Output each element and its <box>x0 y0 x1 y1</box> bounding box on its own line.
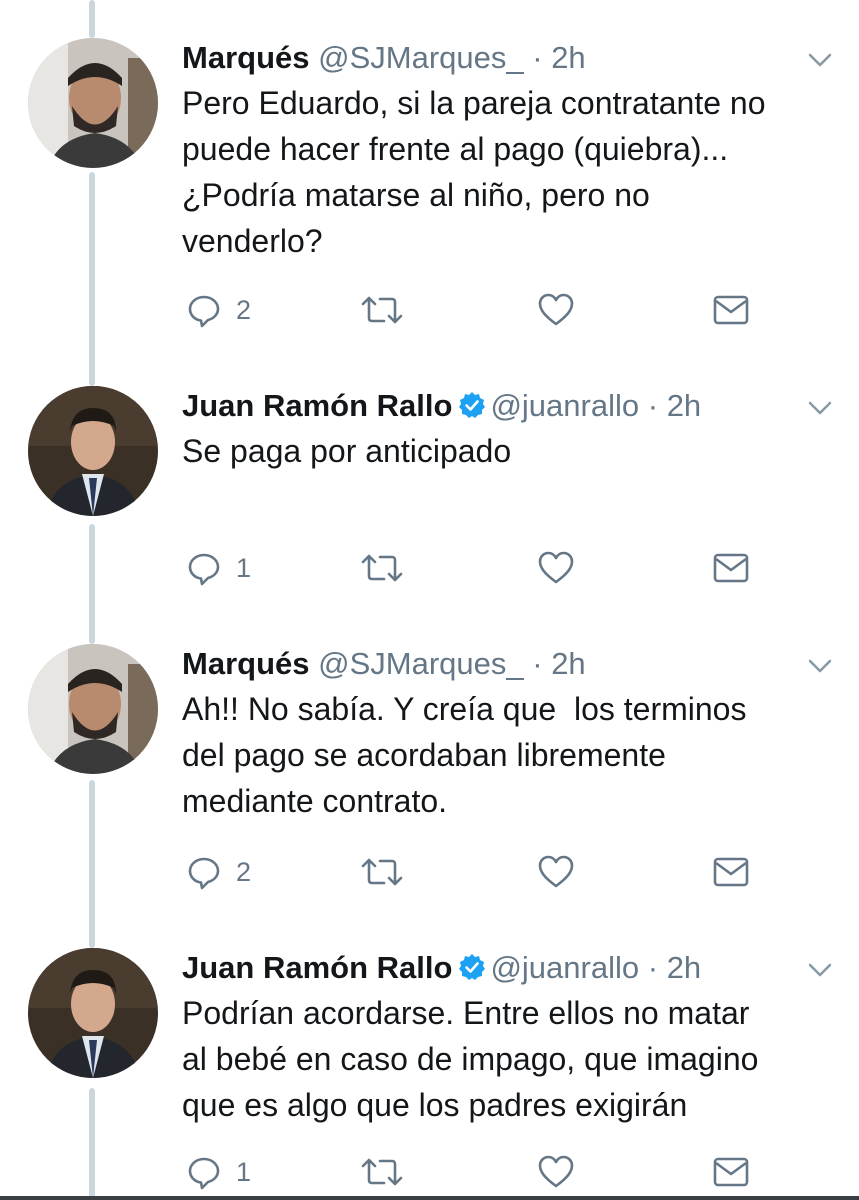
marques-avatar-image <box>28 38 158 168</box>
timestamp[interactable]: 2h <box>551 40 585 75</box>
verified-badge-icon <box>459 392 486 418</box>
timestamp[interactable]: 2h <box>551 646 585 681</box>
direct-message-button[interactable] <box>712 548 750 588</box>
user-handle[interactable]: @juanrallo <box>490 388 639 423</box>
envelope-icon <box>713 1157 749 1187</box>
retweet-icon <box>361 858 403 886</box>
display-name[interactable]: Marqués <box>182 40 309 75</box>
avatar[interactable] <box>28 644 158 774</box>
retweet-button[interactable] <box>360 290 404 330</box>
tweet-actions: 1 <box>182 1152 782 1192</box>
avatar[interactable] <box>28 948 158 1078</box>
reply-button[interactable]: 1 <box>186 1152 251 1192</box>
separator: · <box>647 950 659 985</box>
marques-avatar-image <box>28 644 158 774</box>
reply-button[interactable]: 1 <box>186 548 251 588</box>
reply-icon <box>188 553 220 586</box>
verified-badge-icon <box>459 954 486 980</box>
tweet-actions: 1 <box>182 548 782 588</box>
separator: · <box>532 40 543 75</box>
reply-icon <box>188 857 220 890</box>
retweet-button[interactable] <box>360 852 404 892</box>
like-button[interactable] <box>537 1152 575 1192</box>
retweet-icon <box>361 1158 403 1186</box>
rallo-avatar-image <box>28 948 158 1078</box>
thread-line <box>89 0 95 38</box>
retweet-button[interactable] <box>360 1152 404 1192</box>
timestamp[interactable]: 2h <box>667 950 701 985</box>
separator: · <box>532 646 543 681</box>
tweet-text: Se paga por anticipado <box>182 433 512 469</box>
envelope-icon <box>713 553 749 583</box>
reply-icon <box>188 1157 220 1190</box>
like-button[interactable] <box>537 290 575 330</box>
reply-count: 2 <box>236 294 252 325</box>
tweet-text: Podrían acordarse. Entre ellos no matar … <box>182 995 759 1123</box>
reply-count: 2 <box>236 856 252 887</box>
user-handle[interactable]: @SJMarques_ <box>318 646 524 681</box>
chevron-down-icon[interactable] <box>807 52 833 68</box>
avatar[interactable] <box>28 38 158 168</box>
chevron-down-icon[interactable] <box>807 400 833 416</box>
direct-message-button[interactable] <box>712 852 750 892</box>
tweet-header: Juan Ramón Rallo @juanrallo · 2h <box>182 948 701 988</box>
tweet[interactable]: Juan Ramón Rallo @juanrallo · 2h Se paga… <box>0 386 859 586</box>
chevron-down-icon[interactable] <box>807 658 833 674</box>
tweet[interactable]: Juan Ramón Rallo @juanrallo · 2h Podrían… <box>0 948 859 1200</box>
tweet-text: Pero Eduardo, si la pareja contratante n… <box>182 85 766 259</box>
heart-icon <box>538 1155 574 1188</box>
timestamp[interactable]: 2h <box>667 388 701 423</box>
heart-icon <box>538 293 574 326</box>
avatar[interactable] <box>28 386 158 516</box>
tweet-text: Ah!! No sabía. Y creía que los terminos … <box>182 691 747 819</box>
tweet[interactable]: Marqués @SJMarques_ · 2h Ah!! No sabía. … <box>0 644 859 904</box>
tweet-actions: 2 <box>182 290 782 330</box>
user-handle[interactable]: @juanrallo <box>490 950 639 985</box>
direct-message-button[interactable] <box>712 1152 750 1192</box>
heart-icon <box>538 855 574 888</box>
tweet-header: Juan Ramón Rallo @juanrallo · 2h <box>182 386 701 426</box>
display-name[interactable]: Juan Ramón Rallo <box>182 388 452 423</box>
display-name[interactable]: Marqués <box>182 646 309 681</box>
screen-edge-bar <box>0 1196 859 1200</box>
reply-icon <box>188 295 220 328</box>
user-handle[interactable]: @SJMarques_ <box>318 40 524 75</box>
like-button[interactable] <box>537 548 575 588</box>
tweet-header: Marqués @SJMarques_ · 2h <box>182 644 586 684</box>
rallo-avatar-image <box>28 386 158 516</box>
like-button[interactable] <box>537 852 575 892</box>
heart-icon <box>538 551 574 584</box>
envelope-icon <box>713 857 749 887</box>
reply-count: 1 <box>236 1156 252 1187</box>
direct-message-button[interactable] <box>712 290 750 330</box>
tweet-actions: 2 <box>182 852 782 892</box>
reply-button[interactable]: 2 <box>186 290 251 330</box>
envelope-icon <box>713 295 749 325</box>
chevron-down-icon[interactable] <box>807 962 833 978</box>
tweet-header: Marqués @SJMarques_ · 2h <box>182 38 586 78</box>
separator: · <box>647 388 659 423</box>
retweet-icon <box>361 296 403 324</box>
display-name[interactable]: Juan Ramón Rallo <box>182 950 452 985</box>
tweet[interactable]: Marqués @SJMarques_ · 2h Pero Eduardo, s… <box>0 38 859 338</box>
reply-button[interactable]: 2 <box>186 852 251 892</box>
reply-count: 1 <box>236 552 252 583</box>
retweet-icon <box>361 554 403 582</box>
retweet-button[interactable] <box>360 548 404 588</box>
